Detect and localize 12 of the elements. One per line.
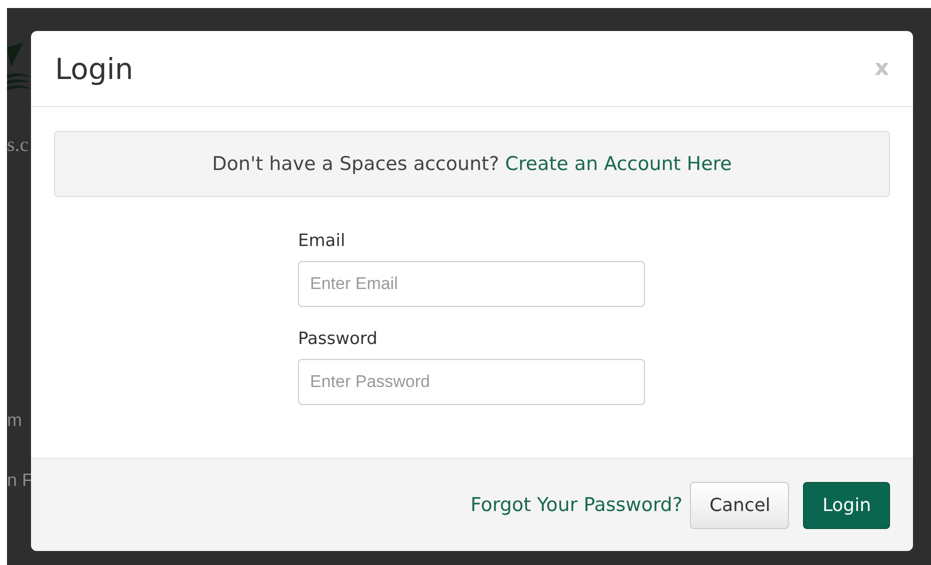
- cancel-button[interactable]: Cancel: [690, 482, 790, 528]
- background-text: s.c: [7, 134, 29, 157]
- background-text: m: [7, 410, 22, 431]
- forgot-password-link[interactable]: Forgot Your Password?: [470, 494, 682, 516]
- login-button[interactable]: Login: [803, 482, 890, 528]
- email-field[interactable]: Enter Email: [298, 261, 645, 307]
- notice-text: Don't have a Spaces account?: [212, 153, 500, 175]
- password-field[interactable]: Enter Password: [298, 359, 645, 405]
- field-label: Email: [298, 231, 346, 251]
- field-label: Password: [298, 329, 378, 349]
- dialog-title: Login: [55, 52, 134, 86]
- create-account-link[interactable]: Create an Account Here: [505, 153, 732, 175]
